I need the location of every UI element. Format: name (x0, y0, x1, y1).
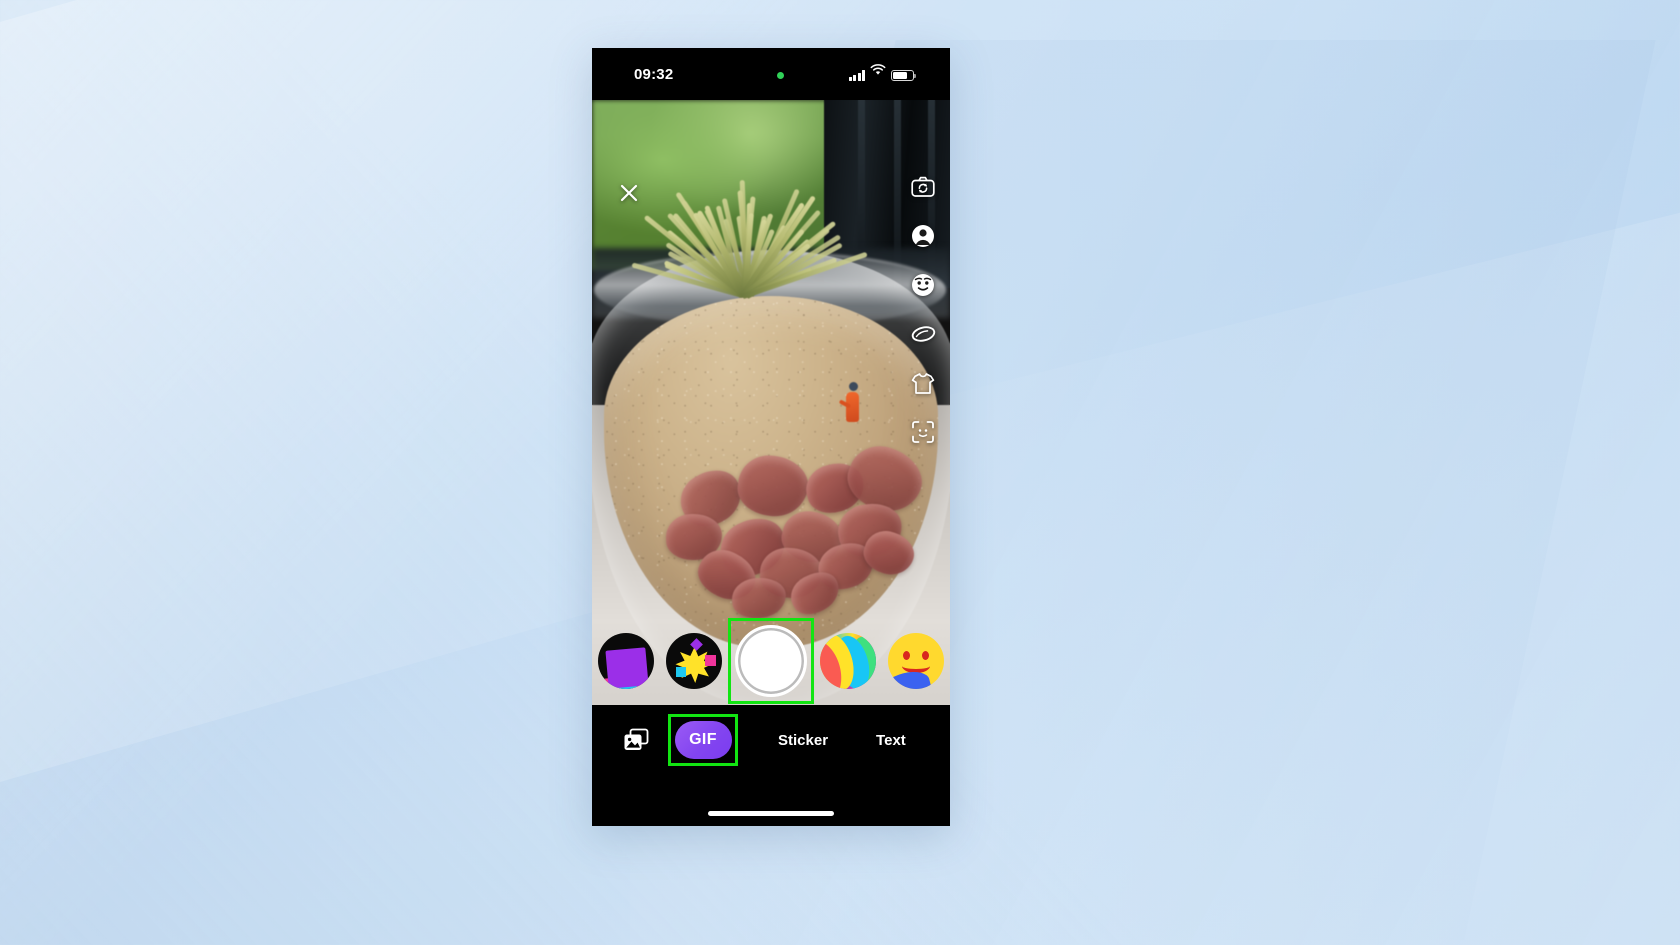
face-scan-icon[interactable] (908, 417, 938, 447)
lens-item-smiley[interactable] (882, 617, 950, 705)
signal-bars-icon (849, 70, 866, 81)
gallery-stack-icon[interactable] (616, 720, 656, 760)
close-icon[interactable] (614, 178, 644, 208)
lens-oval-icon[interactable] (908, 319, 938, 349)
status-icons (849, 67, 915, 81)
mode-bar: GIF Sticker Text (592, 705, 950, 775)
mode-gif[interactable]: GIF (675, 721, 732, 759)
mode-text[interactable]: Text (870, 732, 912, 749)
status-bar: 09:32 (592, 48, 950, 100)
lens-item-rainbow-swirl[interactable] (813, 617, 881, 705)
lens-item-starburst[interactable] (660, 617, 728, 705)
home-indicator[interactable] (708, 811, 834, 816)
lens-item-purple-square[interactable] (592, 617, 660, 705)
mode-gif-wrapper: GIF (666, 714, 740, 766)
mode-sticker[interactable]: Sticker (772, 732, 834, 749)
face-effect-icon[interactable] (908, 270, 938, 300)
portrait-icon[interactable] (908, 221, 938, 251)
effects-toolbar (908, 172, 938, 447)
flip-camera-icon[interactable] (908, 172, 938, 202)
wifi-icon (870, 63, 886, 81)
outfit-shirt-icon[interactable] (908, 368, 938, 398)
battery-icon (891, 70, 914, 82)
miniature-figurine (842, 382, 864, 430)
recording-indicator-dot (777, 72, 784, 79)
shutter-button[interactable] (729, 617, 814, 705)
camera-viewfinder[interactable] (592, 100, 950, 705)
phone-screen: 09:32 GIF Sticker Text (592, 48, 950, 826)
lens-carousel[interactable] (592, 617, 950, 705)
camera-scene-image (592, 100, 950, 705)
status-time: 09:32 (634, 66, 673, 83)
